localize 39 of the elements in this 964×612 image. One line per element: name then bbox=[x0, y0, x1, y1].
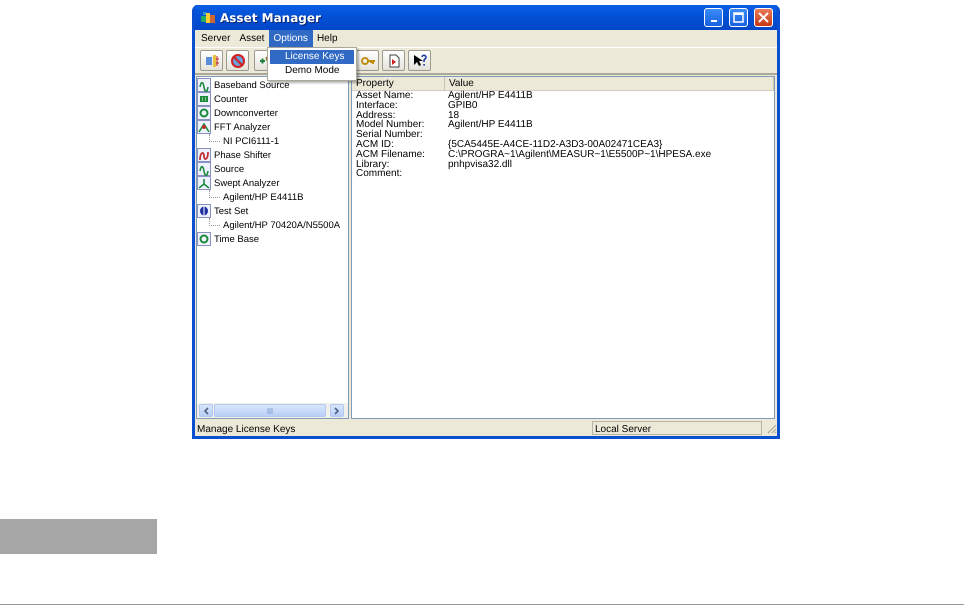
property-name: Interface: bbox=[355, 100, 399, 111]
menu-item[interactable]: Server bbox=[197, 30, 236, 47]
menu-option[interactable]: License Keys bbox=[270, 50, 354, 64]
menu-item[interactable]: Help bbox=[312, 30, 343, 47]
property-name: Asset Name: bbox=[355, 91, 414, 101]
tree-item[interactable]: Phase Shifter bbox=[214, 150, 272, 160]
tree-item[interactable]: Agilent/HP E4411B bbox=[223, 192, 304, 202]
property-value: 18 bbox=[448, 110, 460, 120]
property-name: Library: bbox=[355, 160, 390, 170]
property-name: Serial Number: bbox=[355, 130, 424, 140]
property-name: ACM ID: bbox=[355, 140, 394, 150]
server-status: Local Server bbox=[592, 420, 762, 434]
tree-item[interactable]: FFT Analyzer bbox=[214, 122, 270, 132]
status-message: Manage License Keys bbox=[197, 422, 296, 434]
tree-item[interactable]: Test Set bbox=[214, 206, 248, 216]
tree-item[interactable]: Swept Analyzer bbox=[214, 178, 280, 188]
property-value: Agilent/HP E4411B bbox=[448, 120, 533, 130]
tree-item[interactable]: Source bbox=[214, 164, 244, 174]
menu-item[interactable]: Asset bbox=[235, 30, 270, 47]
menu-item[interactable]: Options bbox=[269, 30, 313, 47]
property-name: Model Number: bbox=[355, 120, 426, 130]
menu-option[interactable]: Demo Mode bbox=[270, 64, 354, 78]
tree-item[interactable]: Downconverter bbox=[214, 108, 278, 118]
tree-item[interactable]: Agilent/HP 70420A/N5500A bbox=[223, 220, 340, 230]
column-header[interactable]: Property bbox=[352, 77, 445, 90]
property-value: GPIB0 bbox=[448, 100, 478, 111]
tree-item[interactable]: Baseband Source bbox=[214, 80, 290, 90]
tree-item[interactable]: Time Base bbox=[214, 234, 260, 244]
property-name: Address: bbox=[355, 110, 396, 120]
column-header[interactable]: Value bbox=[445, 77, 774, 90]
property-value: C:\PROGRA~1\Agilent\MEASUR~1\E5500P~1\HPESA.exe bbox=[448, 150, 712, 160]
tree-item[interactable]: Counter bbox=[214, 94, 248, 104]
property-value: pnhpvisa32.dll bbox=[448, 160, 512, 170]
property-name: Comment: bbox=[355, 169, 404, 180]
tree-item[interactable]: NI PCI6111-1 bbox=[223, 136, 280, 146]
property-value: {5CA5445E-A4CE-11D2-A3D3-00A02471CEA3} bbox=[448, 140, 662, 150]
property-value: Agilent/HP E4411B bbox=[448, 91, 533, 101]
window-title: Asset Manager bbox=[220, 10, 322, 24]
property-name: ACM Filename: bbox=[355, 150, 426, 160]
